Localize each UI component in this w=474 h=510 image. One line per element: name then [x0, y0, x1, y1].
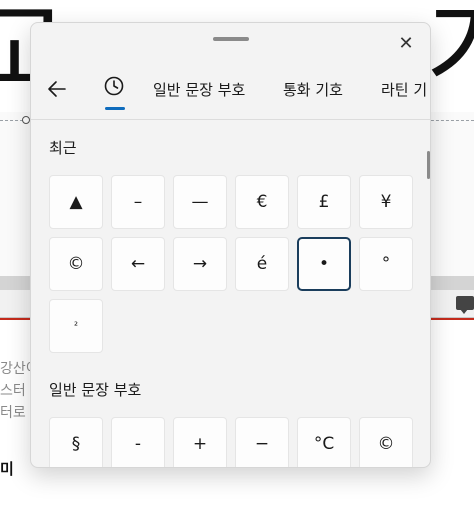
- symbol-button[interactable]: —: [173, 175, 227, 229]
- tab-recent[interactable]: [103, 75, 125, 99]
- symbol-button[interactable]: ▲: [49, 175, 103, 229]
- comment-icon[interactable]: [456, 296, 474, 314]
- symbol-button[interactable]: ©: [359, 417, 413, 467]
- document-text-line: 스터: [0, 383, 26, 399]
- screen: 고 가 강산이 스터 터로 미 ✕ 일반 문장 부호: [0, 0, 474, 510]
- symbol-button[interactable]: -: [111, 417, 165, 467]
- symbol-button[interactable]: ²: [49, 299, 103, 353]
- symbol-button[interactable]: ¥: [359, 175, 413, 229]
- drag-handle[interactable]: [213, 37, 249, 41]
- symbol-panel: ✕ 일반 문장 부호 통화 기호 라틴 기 최근 ▲ – — € £ ¥ © ← → é • ° ² 일…: [30, 22, 431, 468]
- scrollbar-thumb[interactable]: [427, 151, 430, 179]
- symbol-button[interactable]: ←: [111, 237, 165, 291]
- symbol-button[interactable]: •: [297, 237, 351, 291]
- section-title-recent: 최근: [49, 139, 77, 157]
- tab-currency-symbols[interactable]: 통화 기호: [283, 79, 343, 100]
- close-button[interactable]: ✕: [394, 31, 418, 55]
- tab-latin-symbols[interactable]: 라틴 기: [381, 79, 427, 100]
- tabs-divider: [31, 119, 430, 120]
- symbol-button[interactable]: °C: [297, 417, 351, 467]
- symbol-button[interactable]: ©: [49, 237, 103, 291]
- document-text-line: 미: [0, 460, 14, 478]
- back-arrow-icon: [48, 81, 66, 97]
- category-tabs: 일반 문장 부호 통화 기호 라틴 기: [31, 73, 430, 119]
- symbol-button[interactable]: °: [359, 237, 413, 291]
- section-title-general: 일반 문장 부호: [49, 381, 142, 399]
- symbol-button[interactable]: £: [297, 175, 351, 229]
- ruler-handle[interactable]: [22, 116, 30, 124]
- symbol-button[interactable]: +: [173, 417, 227, 467]
- document-heading-right: 가: [426, 0, 474, 111]
- tab-general-punctuation[interactable]: 일반 문장 부호: [153, 79, 245, 100]
- symbol-button[interactable]: –: [111, 175, 165, 229]
- document-text-line: 터로: [0, 405, 26, 421]
- clock-icon: [104, 76, 124, 96]
- symbol-button[interactable]: §: [49, 417, 103, 467]
- back-button[interactable]: [45, 77, 69, 101]
- symbol-button[interactable]: €: [235, 175, 289, 229]
- active-tab-indicator: [105, 107, 125, 110]
- symbol-button[interactable]: é: [235, 237, 289, 291]
- symbol-button[interactable]: →: [173, 237, 227, 291]
- symbol-button[interactable]: −: [235, 417, 289, 467]
